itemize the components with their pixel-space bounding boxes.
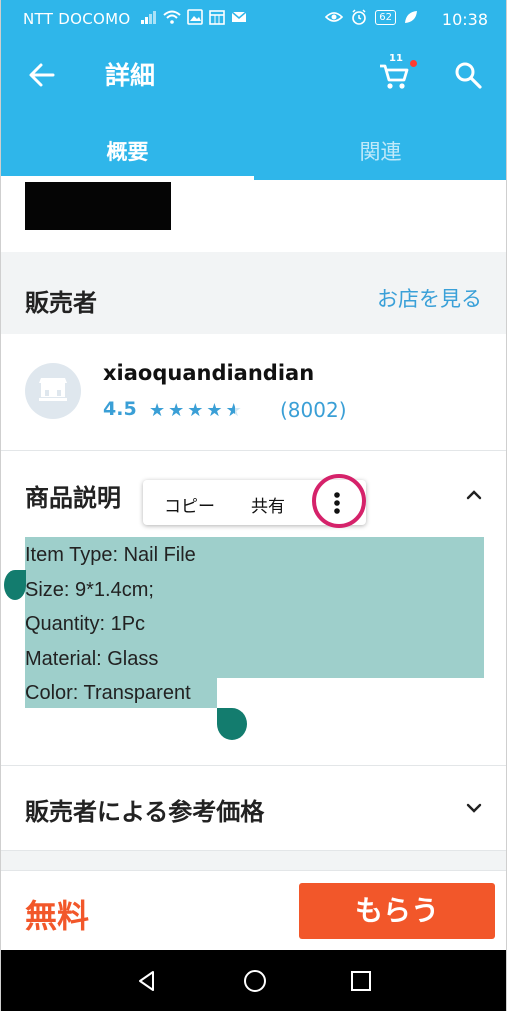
share-menu-item[interactable]: 共有 [251, 492, 285, 517]
star-full-icon: ★ [187, 400, 207, 421]
tab-overview[interactable]: 概要 [1, 110, 254, 180]
nav-home-icon[interactable] [241, 967, 269, 995]
nav-recents-icon[interactable] [347, 967, 375, 995]
rating-stars: ★★★★★★ [149, 400, 245, 421]
store-icon [39, 378, 67, 401]
battery-level: 62 [375, 9, 396, 25]
alarm-icon [352, 9, 367, 25]
tab-related[interactable]: 関連 [254, 110, 506, 180]
description-title: 商品説明 [25, 484, 121, 512]
star-half-icon: ★★ [225, 400, 245, 421]
view-store-link[interactable]: お店を見る [377, 283, 482, 313]
seller-section-label: 販売者 [25, 289, 97, 317]
chevron-up-icon[interactable] [463, 484, 485, 506]
status-icons-left [141, 9, 247, 25]
calendar-icon [209, 10, 225, 25]
signal-icon [141, 11, 156, 24]
image-icon [187, 9, 203, 25]
description-line: Quantity: 1Pc [25, 613, 146, 635]
star-full-icon: ★ [168, 400, 188, 421]
page-title: 詳細 [105, 61, 156, 90]
review-count: (8002) [280, 398, 347, 422]
store-avatar [25, 363, 81, 419]
bottom-action-bar: 無料 もらう [1, 870, 506, 950]
seller-card[interactable]: xiaoquandiandian 4.5 ★★★★★★ (8002) [1, 334, 506, 450]
cart-count: 11 [389, 53, 403, 64]
status-bar: NTT DOCOMO 62 10:38 [1, 0, 506, 38]
description-line: Size: 9*1.4cm; [25, 578, 154, 601]
copy-menu-item[interactable]: コピー [164, 492, 215, 517]
cart-notification-dot [410, 60, 417, 67]
mail-icon [231, 11, 247, 22]
highlight-ring [312, 474, 366, 528]
description-text[interactable]: Item Type: Nail File Size: 9*1.4cm; Quan… [25, 540, 196, 713]
selection-start-handle[interactable] [4, 570, 26, 600]
description-line: Item Type: Nail File [25, 544, 196, 566]
eye-icon [325, 12, 344, 22]
star-full-icon: ★ [149, 400, 169, 421]
clock: 10:38 [441, 10, 488, 29]
app-screen: NTT DOCOMO 62 10:38 詳細 11 概要 関連 販売者 お店を見… [0, 0, 507, 1011]
search-icon[interactable] [453, 60, 483, 90]
tab-bar: 概要 関連 [1, 110, 506, 180]
selection-end-handle[interactable] [217, 708, 247, 740]
reference-price-title[interactable]: 販売者による参考価格 [25, 792, 264, 827]
divider-line [1, 765, 506, 766]
carrier-name: NTT DOCOMO [23, 10, 131, 28]
leaf-icon [405, 11, 417, 23]
wifi-icon [163, 10, 181, 24]
status-icons-right: 62 [325, 9, 418, 25]
divider-line [1, 450, 506, 451]
app-bar: 詳細 11 [1, 38, 506, 110]
price-label: 無料 [25, 897, 90, 935]
seller-name: xiaoquandiandian [103, 361, 315, 385]
chevron-down-icon[interactable] [463, 797, 485, 819]
get-button[interactable]: もらう [299, 883, 495, 939]
star-full-icon: ★ [206, 400, 226, 421]
redacted-block [25, 182, 171, 230]
description-line: Color: Transparent [25, 682, 191, 704]
section-gap [1, 851, 506, 870]
system-nav-bar [1, 950, 506, 1011]
seller-section-header: 販売者 お店を見る [1, 252, 506, 334]
back-arrow-icon[interactable] [27, 60, 57, 90]
seller-rating: 4.5 [103, 398, 137, 420]
nav-back-icon[interactable] [133, 967, 161, 995]
description-line: Material: Glass [25, 647, 159, 670]
